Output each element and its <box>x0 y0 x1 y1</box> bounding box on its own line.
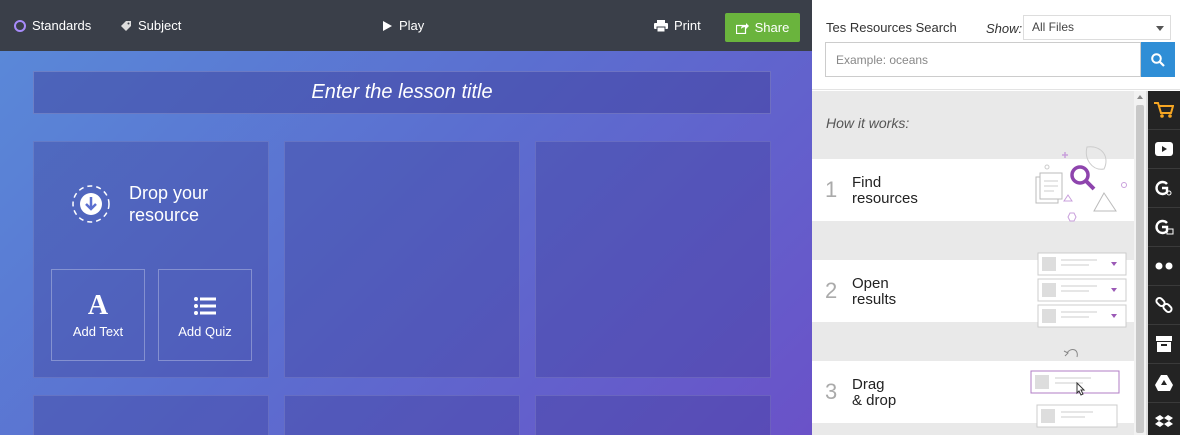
youtube-icon[interactable] <box>1148 130 1180 169</box>
step-find: 1 Find resources <box>812 146 1134 222</box>
step-drag: 3 Drag & drop <box>812 349 1134 428</box>
share-icon <box>735 22 749 34</box>
subject-label: Subject <box>138 18 182 33</box>
search-button[interactable] <box>1141 42 1175 77</box>
results-list-illustration-icon <box>1037 252 1127 328</box>
google-image-icon[interactable] <box>1148 208 1180 247</box>
play-label: Play <box>399 18 425 33</box>
google-search-icon[interactable] <box>1148 169 1180 208</box>
dropbox-icon[interactable] <box>1148 403 1180 435</box>
share-button[interactable]: Share <box>725 13 800 42</box>
archive-icon[interactable] <box>1148 325 1180 364</box>
resource-tile[interactable] <box>535 141 771 378</box>
how-title: How it works: <box>826 115 910 131</box>
file-type-select[interactable]: All Files <box>1023 15 1171 40</box>
resource-tile[interactable] <box>284 395 520 435</box>
print-label: Print <box>674 18 701 33</box>
download-circle-icon <box>72 185 110 223</box>
scrollbar[interactable] <box>1134 91 1146 435</box>
find-illustration-icon <box>1035 146 1127 222</box>
google-drive-icon[interactable] <box>1148 364 1180 403</box>
lesson-canvas: Enter the lesson title Drop your resourc… <box>0 51 812 435</box>
link-icon[interactable] <box>1148 286 1180 325</box>
how-it-works: How it works: 1 Find resources 2 Open re… <box>812 91 1134 435</box>
play-button[interactable]: Play <box>382 0 424 51</box>
resource-tile[interactable] <box>535 395 771 435</box>
standards-button[interactable]: Standards <box>14 0 91 51</box>
drop-zone[interactable]: Drop your resource <box>71 182 208 226</box>
resources-panel: Tes Resources Search Show: All Files Exa… <box>812 0 1180 435</box>
standards-label: Standards <box>32 18 92 33</box>
show-label: Show: <box>986 21 1023 36</box>
list-icon <box>194 292 216 320</box>
print-button[interactable]: Print <box>654 0 701 51</box>
chevron-down-icon <box>1156 26 1164 31</box>
play-icon <box>383 20 392 31</box>
add-text-button[interactable]: A Add Text <box>51 269 145 361</box>
standards-icon <box>14 19 26 32</box>
scroll-up-icon[interactable] <box>1137 95 1143 99</box>
print-icon <box>654 19 668 32</box>
tag-icon <box>121 20 131 31</box>
text-icon: A <box>87 289 109 321</box>
lesson-builder: Standards Subject Play Print Share Enter… <box>0 0 1180 435</box>
search-icon <box>1151 52 1165 67</box>
subject-button[interactable]: Subject <box>120 0 181 51</box>
share-label: Share <box>754 20 790 35</box>
drop-label: Drop your resource <box>129 183 209 225</box>
add-quiz-button[interactable]: Add Quiz <box>158 269 252 361</box>
search-input[interactable]: Example: oceans <box>825 42 1141 77</box>
search-title: Tes Resources Search <box>826 20 957 35</box>
search-header: Tes Resources Search Show: All Files Exa… <box>812 0 1180 90</box>
scroll-thumb[interactable] <box>1136 105 1144 433</box>
cart-icon[interactable] <box>1148 91 1180 130</box>
drag-drop-illustration-icon <box>1030 349 1120 428</box>
step-open: 2 Open results <box>812 252 1134 328</box>
top-toolbar: Standards Subject Play Print Share <box>0 0 812 51</box>
resource-tile[interactable]: Drop your resource A Add Text Add Quiz <box>33 141 269 378</box>
source-icon-strip <box>1148 91 1180 435</box>
lesson-title-input[interactable]: Enter the lesson title <box>33 71 771 114</box>
resource-tile[interactable] <box>33 395 269 435</box>
resource-tile[interactable] <box>284 141 520 378</box>
flickr-icon[interactable] <box>1148 247 1180 286</box>
